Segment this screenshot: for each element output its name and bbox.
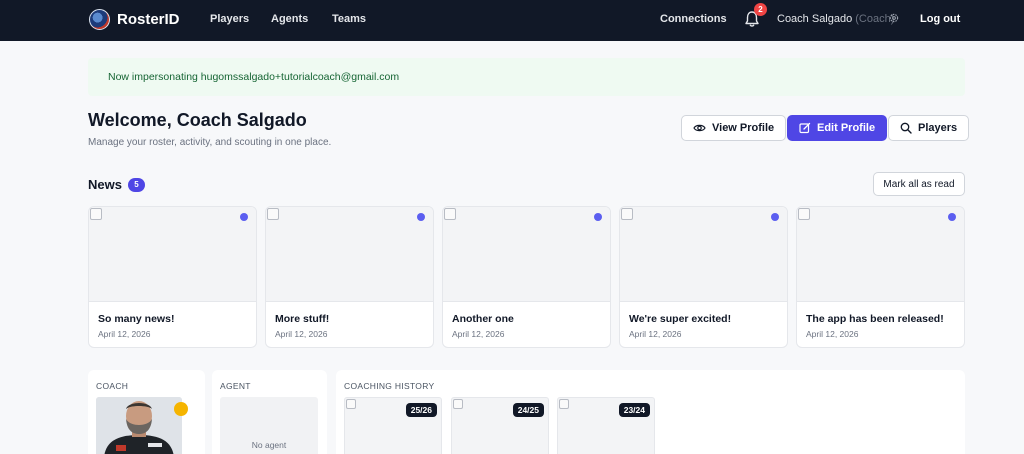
broken-image-icon bbox=[444, 208, 456, 220]
agent-placeholder: No agent bbox=[220, 397, 318, 454]
user-name: Coach Salgado bbox=[777, 13, 853, 25]
news-heading: News 5 bbox=[88, 177, 145, 192]
edit-profile-label: Edit Profile bbox=[817, 122, 876, 134]
gear-icon[interactable] bbox=[888, 12, 900, 24]
impersonation-banner: Now impersonating hugomssalgado+tutorial… bbox=[88, 58, 965, 96]
news-card-title: Another one bbox=[452, 313, 514, 325]
page-title: Welcome, Coach Salgado bbox=[88, 110, 307, 130]
notification-badge: 2 bbox=[754, 3, 767, 16]
news-card[interactable]: Another one April 12, 2026 bbox=[442, 206, 611, 348]
broken-image-icon bbox=[798, 208, 810, 220]
logo-icon bbox=[89, 9, 110, 30]
coach-photo bbox=[96, 397, 182, 454]
unread-dot bbox=[240, 213, 248, 221]
coaching-history-panel: COACHING HISTORY 25/26 24/25 23/24 bbox=[336, 370, 965, 454]
status-dot bbox=[174, 402, 188, 416]
nav-link-players[interactable]: Players bbox=[210, 13, 249, 25]
news-image bbox=[266, 207, 433, 302]
coach-panel-label: COACH bbox=[96, 381, 129, 391]
mark-all-read-button[interactable]: Mark all as read bbox=[873, 172, 965, 196]
coach-avatar[interactable] bbox=[96, 397, 182, 454]
history-card[interactable]: 25/26 bbox=[344, 397, 442, 454]
news-card[interactable]: More stuff! April 12, 2026 bbox=[265, 206, 434, 348]
news-card-title: More stuff! bbox=[275, 313, 330, 325]
unread-dot bbox=[771, 213, 779, 221]
logout-button[interactable]: Log out bbox=[920, 13, 960, 25]
eye-icon bbox=[693, 124, 706, 132]
broken-image-icon bbox=[346, 399, 356, 409]
agent-panel: AGENT No agent bbox=[212, 370, 327, 454]
players-label: Players bbox=[918, 122, 958, 134]
news-card[interactable]: We're super excited! April 12, 2026 bbox=[619, 206, 788, 348]
news-card[interactable]: So many news! April 12, 2026 bbox=[88, 206, 257, 348]
agent-panel-label: AGENT bbox=[220, 381, 251, 391]
user-menu[interactable]: Coach Salgado (Coach) bbox=[777, 13, 894, 25]
view-profile-button[interactable]: View Profile bbox=[681, 115, 787, 141]
news-image bbox=[443, 207, 610, 302]
news-card-date: April 12, 2026 bbox=[275, 329, 328, 339]
news-card[interactable]: The app has been released! April 12, 202… bbox=[796, 206, 965, 348]
no-agent-text: No agent bbox=[251, 440, 287, 450]
broken-image-icon bbox=[267, 208, 279, 220]
news-card-date: April 12, 2026 bbox=[452, 329, 505, 339]
brand-name: RosterID bbox=[117, 11, 180, 28]
history-card[interactable]: 23/24 bbox=[557, 397, 655, 454]
news-card-date: April 12, 2026 bbox=[629, 329, 682, 339]
history-card[interactable]: 24/25 bbox=[451, 397, 549, 454]
brand[interactable]: RosterID bbox=[89, 9, 180, 30]
edit-profile-button[interactable]: Edit Profile bbox=[787, 115, 888, 141]
broken-image-icon bbox=[90, 208, 102, 220]
edit-icon bbox=[799, 122, 811, 134]
news-count-badge: 5 bbox=[127, 177, 145, 192]
search-icon bbox=[900, 122, 912, 134]
page-subtitle: Manage your roster, activity, and scouti… bbox=[88, 137, 332, 148]
coach-panel: COACH bbox=[88, 370, 205, 454]
news-image bbox=[620, 207, 787, 302]
news-title: News bbox=[88, 177, 122, 192]
nav-link-connections[interactable]: Connections bbox=[660, 13, 727, 25]
broken-image-icon bbox=[559, 399, 569, 409]
season-badge: 25/26 bbox=[405, 403, 437, 417]
news-card-date: April 12, 2026 bbox=[98, 329, 151, 339]
view-profile-label: View Profile bbox=[712, 122, 775, 134]
news-card-title: So many news! bbox=[98, 313, 175, 325]
season-badge: 23/24 bbox=[618, 403, 650, 417]
broken-image-icon bbox=[621, 208, 633, 220]
unread-dot bbox=[594, 213, 602, 221]
news-image bbox=[89, 207, 256, 302]
nav-link-agents[interactable]: Agents bbox=[271, 13, 308, 25]
unread-dot bbox=[417, 213, 425, 221]
coaching-history-label: COACHING HISTORY bbox=[344, 381, 435, 391]
top-navbar: RosterID Players Agents Teams Connection… bbox=[0, 0, 1024, 41]
news-card-date: April 12, 2026 bbox=[806, 329, 859, 339]
unread-dot bbox=[948, 213, 956, 221]
impersonation-message: Now impersonating hugomssalgado+tutorial… bbox=[108, 71, 400, 83]
news-card-title: We're super excited! bbox=[629, 313, 732, 325]
season-badge: 24/25 bbox=[512, 403, 544, 417]
nav-link-teams[interactable]: Teams bbox=[332, 13, 366, 25]
broken-image-icon bbox=[453, 399, 463, 409]
news-image bbox=[797, 207, 964, 302]
players-button[interactable]: Players bbox=[888, 115, 970, 141]
news-card-title: The app has been released! bbox=[806, 313, 944, 325]
